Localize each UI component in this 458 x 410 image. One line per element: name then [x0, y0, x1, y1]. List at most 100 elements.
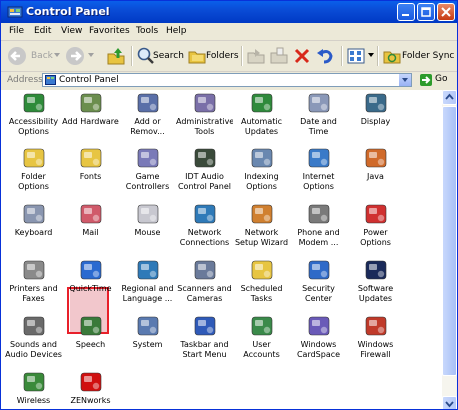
- add-hardware-icon: [80, 93, 102, 113]
- control-panel-item[interactable]: Power Options: [347, 201, 404, 257]
- control-panel-item[interactable]: Mail: [62, 201, 119, 257]
- control-panel-item[interactable]: Wireless: [5, 369, 62, 409]
- control-panel-item[interactable]: Automatic Updates: [233, 90, 290, 146]
- menu-edit[interactable]: Edit: [34, 26, 51, 36]
- control-panel-item[interactable]: User Accounts: [233, 313, 290, 369]
- chevron-down-icon: [368, 53, 374, 57]
- search-button[interactable]: Search: [135, 44, 184, 68]
- control-panel-item[interactable]: Sounds and Audio Devices: [5, 313, 62, 369]
- move-to-button[interactable]: [246, 44, 266, 68]
- control-panel-item[interactable]: Regional and Language ...: [119, 257, 176, 313]
- control-panel-item[interactable]: System: [119, 313, 176, 369]
- control-panel-item[interactable]: Java: [347, 145, 404, 201]
- address-dropdown[interactable]: [399, 74, 411, 86]
- up-folder-button[interactable]: [105, 44, 127, 68]
- control-panel-item[interactable]: Speech: [62, 313, 119, 369]
- item-label: Taskbar and Start Menu: [180, 340, 229, 359]
- control-panel-item[interactable]: Scanners and Cameras: [176, 257, 233, 313]
- software-updates-icon: [365, 260, 387, 280]
- zenworks-icon: [80, 372, 102, 392]
- title-bar[interactable]: Control Panel: [1, 1, 457, 23]
- close-button[interactable]: [437, 3, 455, 21]
- menu-bar: File Edit View Favorites Tools Help: [1, 23, 457, 59]
- delete-button[interactable]: [292, 44, 312, 68]
- automatic-updates-icon: [251, 93, 273, 113]
- control-panel-item[interactable]: Windows CardSpace: [290, 313, 347, 369]
- control-panel-item[interactable]: Internet Options: [290, 145, 347, 201]
- toolbar: Back Search Folders Folder Sync: [1, 41, 457, 72]
- go-arrow-icon: [420, 74, 432, 86]
- control-panel-item[interactable]: Game Controllers: [119, 145, 176, 201]
- control-panel-window: Control Panel File Edit View Favorites T…: [0, 0, 458, 410]
- views-button[interactable]: [345, 44, 375, 68]
- control-panel-item[interactable]: Keyboard: [5, 201, 62, 257]
- control-panel-item[interactable]: Windows Firewall: [347, 313, 404, 369]
- control-panel-item[interactable]: QuickTime: [62, 257, 119, 313]
- menu-tools[interactable]: Tools: [136, 26, 158, 36]
- control-panel-item[interactable]: Folder Options: [5, 145, 62, 201]
- chevron-down-icon: [402, 78, 408, 82]
- scroll-up-button[interactable]: [442, 90, 457, 105]
- control-panel-item[interactable]: Accessibility Options: [5, 90, 62, 146]
- menu-file[interactable]: File: [9, 26, 24, 36]
- address-input[interactable]: Control Panel: [42, 73, 412, 87]
- folders-label: Folders: [206, 51, 239, 61]
- item-label: Add Hardware: [62, 117, 119, 126]
- display-icon: [365, 93, 387, 113]
- control-panel-item[interactable]: Date and Time: [290, 90, 347, 146]
- control-panel-item[interactable]: ZENworks: [62, 369, 119, 409]
- control-panel-item[interactable]: Scheduled Tasks: [233, 257, 290, 313]
- user-accounts-icon: [251, 316, 273, 336]
- toolbar-separator: [131, 46, 133, 66]
- control-panel-item[interactable]: Taskbar and Start Menu: [176, 313, 233, 369]
- control-panel-item[interactable]: Phone and Modem ...: [290, 201, 347, 257]
- undo-button[interactable]: [315, 44, 337, 68]
- menu-favorites[interactable]: Favorites: [89, 26, 130, 36]
- control-panel-item[interactable]: Mouse: [119, 201, 176, 257]
- chevron-down-icon: [88, 53, 94, 57]
- control-panel-item[interactable]: Printers and Faxes: [5, 257, 62, 313]
- menu-help[interactable]: Help: [166, 26, 187, 36]
- control-panel-item[interactable]: Display: [347, 90, 404, 146]
- close-icon: [441, 7, 451, 17]
- control-panel-item[interactable]: IDT Audio Control Panel: [176, 145, 233, 201]
- maximize-icon: [421, 7, 431, 17]
- folder-sync-label: Folder Sync: [402, 51, 455, 61]
- toolbar-separator: [241, 46, 243, 66]
- folder-sync-button[interactable]: Folder Sync: [381, 44, 455, 68]
- folders-button[interactable]: Folders: [186, 44, 239, 68]
- control-panel-item[interactable]: Add or Remov...: [119, 90, 176, 146]
- control-panel-item[interactable]: Software Updates: [347, 257, 404, 313]
- control-panel-item[interactable]: Network Connections: [176, 201, 233, 257]
- idt-audio-icon: [194, 148, 216, 168]
- control-panel-item[interactable]: Indexing Options: [233, 145, 290, 201]
- control-panel-item[interactable]: Network Setup Wizard: [233, 201, 290, 257]
- control-panel-item[interactable]: Fonts: [62, 145, 119, 201]
- menu-view[interactable]: View: [61, 26, 82, 36]
- chevron-down-icon: [445, 401, 454, 408]
- undo-icon: [317, 49, 333, 64]
- address-label: Address: [7, 75, 43, 85]
- control-panel-item[interactable]: Security Center: [290, 257, 347, 313]
- minimize-button[interactable]: [397, 3, 415, 21]
- vertical-scrollbar[interactable]: [442, 90, 457, 409]
- control-panel-item[interactable]: Add Hardware: [62, 90, 119, 146]
- scheduled-tasks-icon: [251, 260, 273, 280]
- taskbar-start-menu-icon: [194, 316, 216, 336]
- item-label: Phone and Modem ...: [297, 228, 340, 247]
- copy-to-button[interactable]: [269, 44, 289, 68]
- wireless-icon: [23, 372, 45, 392]
- phone-modem-icon: [308, 204, 330, 224]
- control-panel-item[interactable]: Administrative Tools: [176, 90, 233, 146]
- forward-button[interactable]: [63, 44, 97, 68]
- back-button[interactable]: Back: [5, 44, 61, 68]
- maximize-button[interactable]: [417, 3, 435, 21]
- item-label: QuickTime: [69, 284, 112, 293]
- toolbar-separator: [341, 46, 343, 66]
- chevron-down-icon: [54, 53, 60, 57]
- scroll-thumb[interactable]: [442, 106, 457, 376]
- go-button[interactable]: Go: [419, 73, 455, 87]
- scroll-down-button[interactable]: [442, 396, 457, 409]
- accessibility-icon: [23, 93, 45, 113]
- sounds-audio-icon: [23, 316, 45, 336]
